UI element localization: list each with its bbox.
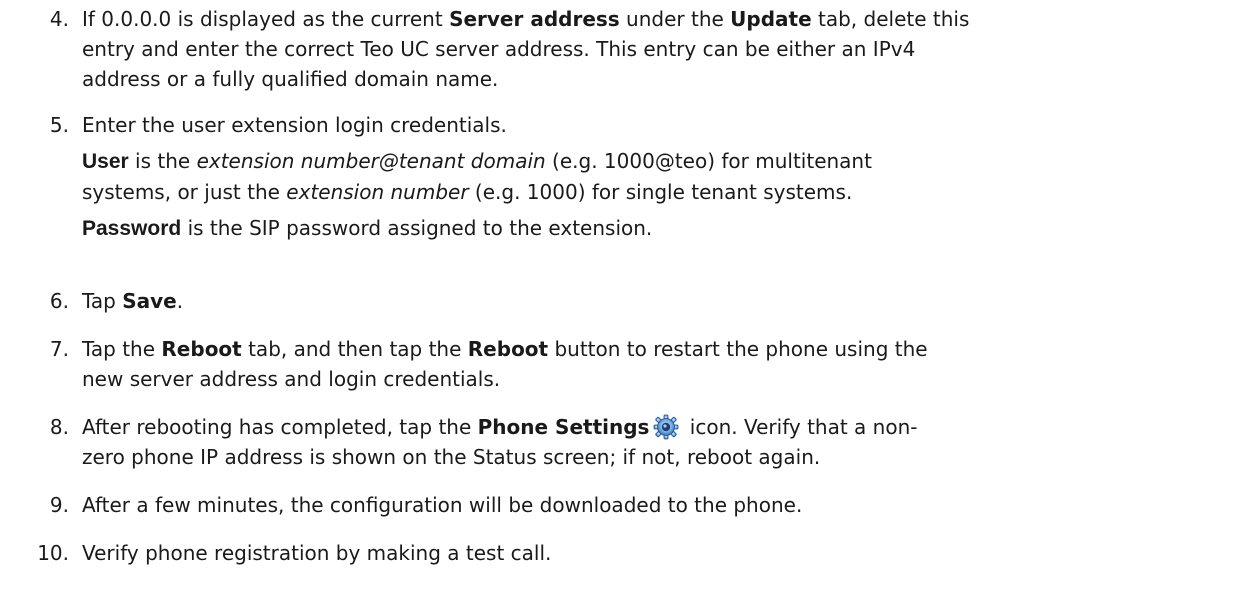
password-term: Password (82, 217, 182, 240)
step-number: 6. (49, 289, 69, 313)
step-number: 7. (49, 337, 69, 361)
step-number: 8. (49, 415, 69, 439)
reboot-tab-term: Reboot (161, 337, 242, 361)
phone-settings-term: Phone Settings (477, 415, 650, 439)
user-term: User (82, 150, 129, 173)
server-address-term: Server address (449, 7, 620, 31)
step-text: After a few minutes, the configuration w… (82, 493, 803, 517)
step-text: Enter the user extension login credentia… (82, 113, 872, 240)
step-number: 9. (49, 493, 69, 517)
instructions-document: 4. If 0.0.0.0 is displayed as the curren… (0, 0, 1256, 612)
step-text: After rebooting has completed, tap the P… (82, 414, 918, 469)
step-number: 4. (49, 7, 69, 31)
step-text: If 0.0.0.0 is displayed as the current S… (82, 7, 970, 91)
step-text: Tap Save. (82, 289, 184, 313)
step-number: 10. (37, 541, 69, 565)
step-text: Verify phone registration by making a te… (82, 541, 552, 565)
update-tab-term: Update (730, 7, 812, 31)
save-term: Save (122, 289, 177, 313)
step-number: 5. (49, 113, 69, 137)
reboot-button-term: Reboot (467, 337, 549, 361)
gear-icon (653, 414, 679, 440)
step-text: Tap the Reboot tab, and then tap the Reb… (82, 337, 928, 391)
